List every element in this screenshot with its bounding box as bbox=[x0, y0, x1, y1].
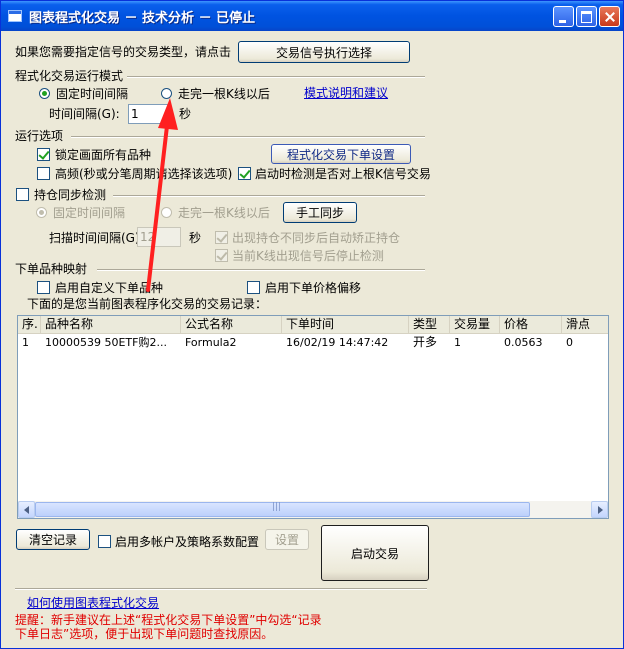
radio-fixed-interval[interactable] bbox=[39, 88, 50, 99]
cell-slippage: 0 bbox=[566, 336, 573, 349]
interval-label: 时间间隔(G): bbox=[49, 107, 120, 121]
reminder-line-2: 下单日志”选项，便于出现下单问题时查找原因。 bbox=[15, 627, 274, 641]
column-header[interactable]: 公式名称 bbox=[181, 316, 282, 333]
column-header[interactable]: 价格 bbox=[500, 316, 562, 333]
scroll-right-button[interactable] bbox=[591, 501, 608, 518]
order-mapping-divider bbox=[97, 269, 425, 271]
horizontal-scrollbar[interactable]: ||| bbox=[18, 501, 608, 518]
run-mode-heading: 程式化交易运行模式 bbox=[15, 69, 124, 83]
cell-volume: 1 bbox=[454, 336, 461, 349]
table-header: 序. 品种名称 公式名称 下单时间 类型 交易量 价格 滑点 bbox=[18, 316, 608, 334]
auto-correct-label: 出现持仓不同步后自动矫正持仓 bbox=[232, 231, 401, 245]
column-header[interactable]: 滑点 bbox=[562, 316, 608, 333]
auto-correct-checkbox[interactable] bbox=[215, 231, 228, 244]
signal-type-prompt: 如果您需要指定信号的交易类型，请点击 bbox=[15, 45, 232, 59]
cell-index: 1 bbox=[22, 336, 29, 349]
interval-input[interactable]: 1 bbox=[128, 104, 170, 124]
multi-account-label: 启用多帐户及策略系数配置 bbox=[115, 535, 260, 549]
check-last-signal-checkbox[interactable] bbox=[238, 167, 251, 180]
scan-interval-input[interactable]: 12 bbox=[137, 227, 181, 247]
scan-interval-unit: 秒 bbox=[189, 231, 202, 245]
radio-after-kline-label: 走完一根K线以后 bbox=[178, 87, 270, 101]
howto-link[interactable]: 如何使用图表程式化交易 bbox=[27, 596, 159, 610]
table-row[interactable]: 1 10000539 50ETF购2... Formula2 16/02/19 … bbox=[18, 334, 608, 351]
lock-all-checkbox[interactable] bbox=[37, 148, 50, 161]
scan-interval-label: 扫描时间间隔(G): bbox=[49, 231, 144, 245]
price-offset-label: 启用下单价格偏移 bbox=[265, 281, 362, 295]
run-options-heading: 运行选项 bbox=[15, 129, 64, 143]
reminder-line-1: 提醒：新手建议在上述“程式化交易下单设置”中勾选“记录 bbox=[15, 613, 322, 627]
manual-sync-button[interactable]: 手工同步 bbox=[283, 202, 357, 223]
multi-account-checkbox[interactable] bbox=[98, 535, 111, 548]
order-settings-button[interactable]: 程式化交易下单设置 bbox=[271, 144, 411, 164]
cell-order-time: 16/02/19 14:47:42 bbox=[286, 336, 389, 349]
sync-radio-fixed-interval[interactable] bbox=[36, 207, 47, 218]
custom-symbol-label: 启用自定义下单品种 bbox=[55, 281, 164, 295]
high-freq-label: 高频(秒或分笔周期请选择该选项) bbox=[55, 167, 233, 181]
arrow-left-icon bbox=[24, 506, 29, 514]
column-header[interactable]: 序. bbox=[18, 316, 41, 333]
signal-type-button[interactable]: 交易信号执行选择 bbox=[238, 41, 410, 63]
lock-all-label: 锁定画面所有品种 bbox=[55, 148, 152, 162]
title-bar[interactable]: 图表程式化交易 － 技术分析 － 已停止 bbox=[1, 1, 623, 31]
arrow-right-icon bbox=[598, 506, 603, 514]
sync-radio-fixed-interval-label: 固定时间间隔 bbox=[53, 206, 126, 220]
close-button[interactable] bbox=[599, 6, 620, 27]
start-trading-button[interactable]: 启动交易 bbox=[321, 525, 429, 581]
records-caption: 下面的是您当前图表程序化交易的交易记录： bbox=[27, 297, 268, 311]
column-header[interactable]: 下单时间 bbox=[282, 316, 409, 333]
dialog-window: 图表程式化交易 － 技术分析 － 已停止 如果您需要指定信号的交易类型，请点击 … bbox=[0, 0, 624, 649]
sync-radio-after-kline[interactable] bbox=[161, 207, 172, 218]
mode-help-link[interactable]: 模式说明和建议 bbox=[304, 86, 388, 100]
check-last-signal-label: 启动时检测是否对上根K信号交易 bbox=[255, 167, 431, 181]
bottom-divider bbox=[15, 588, 427, 590]
run-mode-divider bbox=[127, 76, 425, 78]
stop-on-signal-checkbox[interactable] bbox=[215, 249, 228, 262]
app-window-icon bbox=[8, 10, 22, 22]
minimize-button[interactable] bbox=[553, 6, 574, 27]
custom-symbol-checkbox[interactable] bbox=[37, 281, 50, 294]
sync-radio-after-kline-label: 走完一根K线以后 bbox=[178, 206, 270, 220]
column-header[interactable]: 品种名称 bbox=[41, 316, 181, 333]
cell-price: 0.0563 bbox=[504, 336, 543, 349]
column-header[interactable]: 交易量 bbox=[450, 316, 500, 333]
window-title: 图表程式化交易 － 技术分析 － 已停止 bbox=[29, 11, 256, 26]
high-freq-checkbox[interactable] bbox=[37, 167, 50, 180]
cell-formula: Formula2 bbox=[185, 336, 237, 349]
clear-records-button[interactable]: 清空记录 bbox=[16, 529, 90, 550]
radio-after-kline[interactable] bbox=[161, 88, 172, 99]
radio-fixed-interval-label: 固定时间间隔 bbox=[56, 87, 129, 101]
scroll-left-button[interactable] bbox=[18, 501, 35, 518]
order-mapping-heading: 下单品种映射 bbox=[15, 262, 88, 276]
scroll-grip-icon: ||| bbox=[272, 502, 282, 512]
interval-unit: 秒 bbox=[179, 107, 192, 121]
position-sync-divider bbox=[113, 195, 425, 197]
column-header[interactable]: 类型 bbox=[409, 316, 450, 333]
trade-records-table[interactable]: 序. 品种名称 公式名称 下单时间 类型 交易量 价格 滑点 1 1000053… bbox=[17, 315, 609, 519]
settings-button[interactable]: 设置 bbox=[265, 529, 309, 550]
position-sync-checkbox[interactable] bbox=[16, 188, 29, 201]
position-sync-heading: 持仓同步检测 bbox=[34, 188, 107, 202]
price-offset-checkbox[interactable] bbox=[247, 281, 260, 294]
run-options-divider bbox=[71, 136, 425, 138]
cell-symbol: 10000539 50ETF购2... bbox=[45, 336, 167, 349]
maximize-button[interactable] bbox=[576, 6, 597, 27]
scroll-thumb[interactable]: ||| bbox=[35, 502, 530, 517]
stop-on-signal-label: 当前K线出现信号后停止检测 bbox=[232, 249, 384, 263]
cell-type: 开多 bbox=[413, 335, 438, 349]
